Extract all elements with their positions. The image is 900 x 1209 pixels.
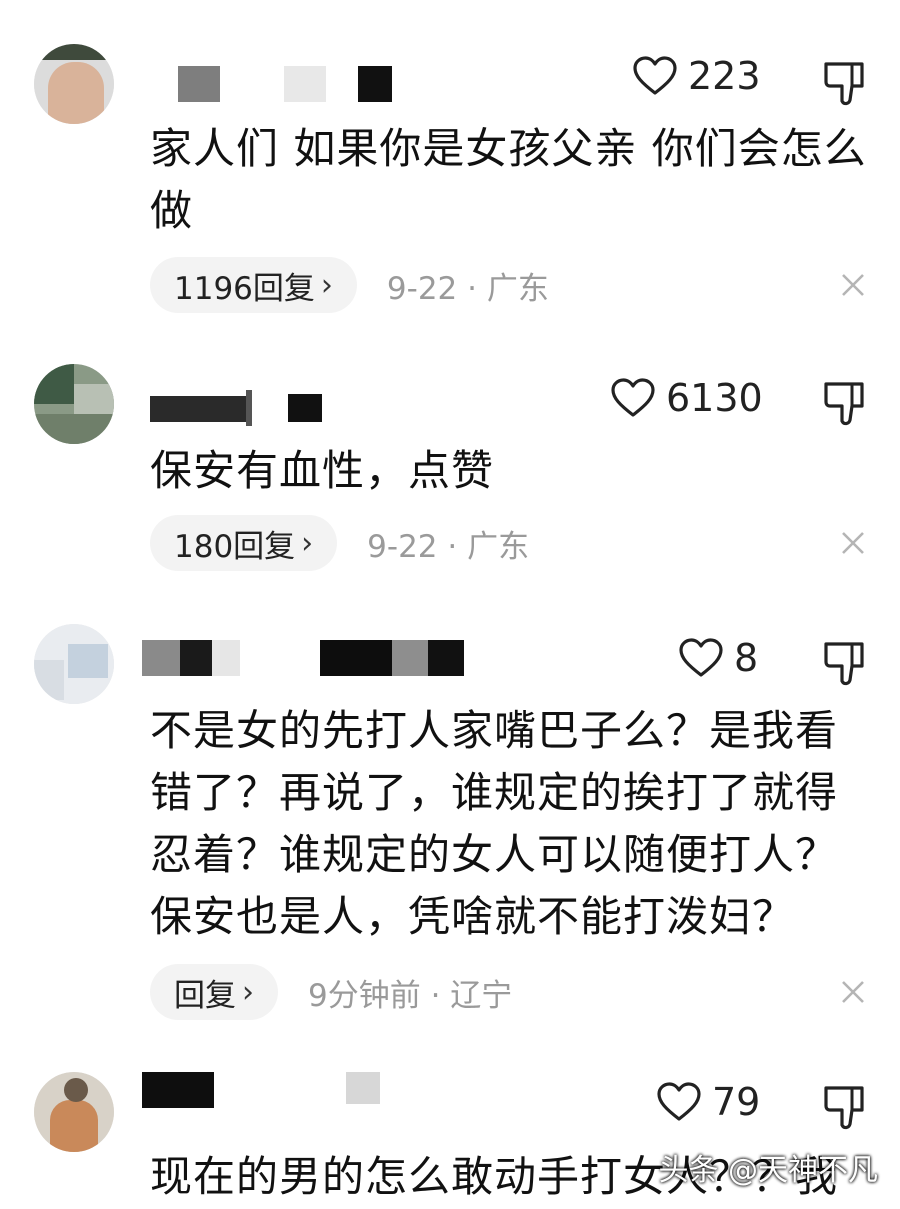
close-icon[interactable]	[836, 975, 870, 1009]
timestamp-location: 9-22 · 广东	[367, 528, 530, 565]
like-button[interactable]: 79	[656, 1080, 760, 1124]
username-obscured[interactable]	[142, 1072, 410, 1108]
reply-button[interactable]: 1196回复 ›	[150, 257, 357, 313]
close-icon[interactable]	[836, 268, 870, 302]
like-button[interactable]: 8	[678, 636, 758, 680]
username-obscured[interactable]	[150, 66, 470, 102]
comment-text: 保安有血性，点赞	[150, 446, 495, 495]
thumbs-down-icon[interactable]	[822, 378, 870, 428]
timestamp-location: 9分钟前 · 辽宁	[308, 977, 513, 1014]
like-button[interactable]: 223	[632, 54, 761, 98]
heart-outline-icon	[611, 378, 655, 417]
reply-label: 180回复	[174, 528, 296, 565]
chevron-right-icon: ›	[320, 267, 333, 303]
watermark: 头条 @天神不凡	[658, 1153, 878, 1188]
username-obscured[interactable]	[150, 390, 470, 426]
reply-button[interactable]: 回复 ›	[150, 964, 278, 1020]
close-icon[interactable]	[836, 526, 870, 560]
reply-button[interactable]: 180回复 ›	[150, 515, 338, 571]
avatar[interactable]	[34, 364, 114, 444]
like-count: 79	[712, 1080, 761, 1124]
avatar[interactable]	[34, 624, 114, 704]
comment-text: 家人们 如果你是女孩父亲 你们会怎么做	[150, 124, 867, 235]
chevron-right-icon: ›	[301, 525, 314, 561]
heart-outline-icon	[679, 638, 723, 677]
avatar[interactable]	[34, 1072, 114, 1152]
username-obscured[interactable]	[142, 640, 490, 676]
like-count: 6130	[666, 376, 763, 420]
thumbs-down-icon[interactable]	[822, 1082, 870, 1132]
avatar[interactable]	[34, 44, 114, 124]
like-count: 223	[688, 54, 761, 98]
timestamp-location: 9-22 · 广东	[386, 270, 549, 307]
like-button[interactable]: 6130	[610, 376, 763, 420]
thumbs-down-icon[interactable]	[822, 638, 870, 688]
heart-outline-icon	[657, 1082, 701, 1121]
like-count: 8	[734, 636, 759, 680]
reply-label: 1196回复	[174, 270, 315, 307]
chevron-right-icon: ›	[242, 974, 254, 1010]
heart-outline-icon	[633, 56, 677, 95]
reply-label: 回复	[174, 977, 236, 1014]
comment-text: 不是女的先打人家嘴巴子么？是我看错了？再说了，谁规定的挨打了就得忍着？谁规定的女…	[150, 706, 839, 941]
thumbs-down-icon[interactable]	[822, 58, 870, 108]
